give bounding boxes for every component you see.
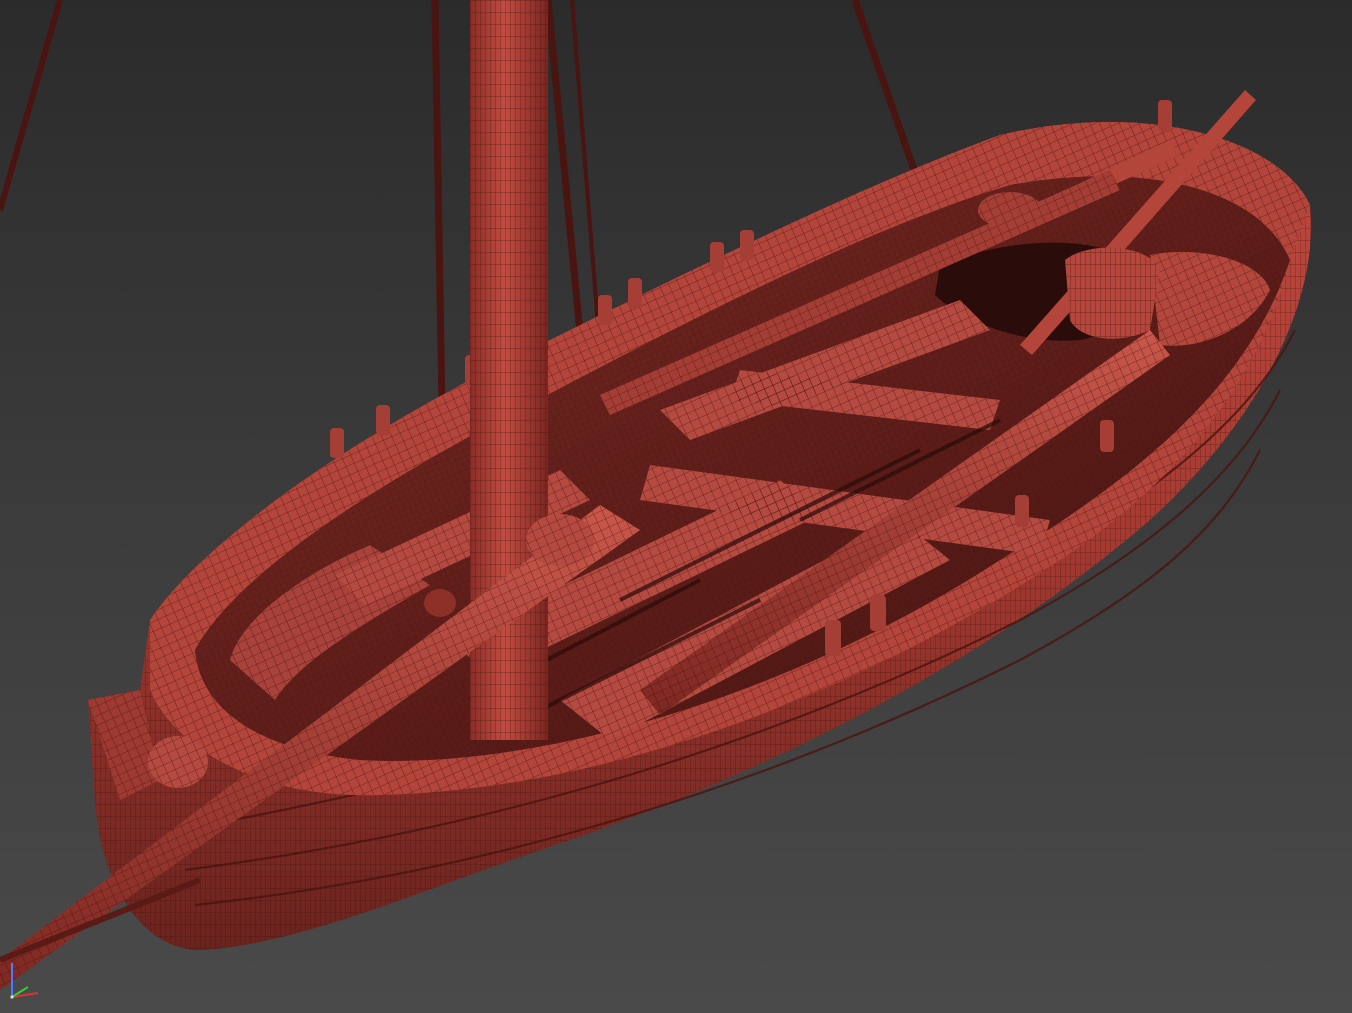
axis-gizmo [10, 963, 39, 999]
gizmo-origin [10, 995, 14, 999]
3d-viewport[interactable] [0, 0, 1352, 1013]
boat-model-render[interactable] [0, 0, 1352, 1013]
